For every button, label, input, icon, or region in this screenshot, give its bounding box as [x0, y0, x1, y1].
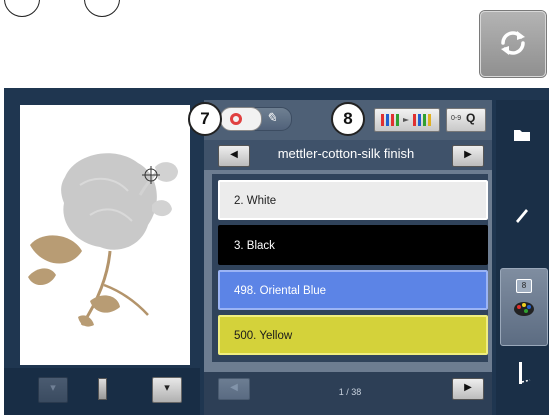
zoom-button[interactable]: 0-9 Q: [446, 108, 486, 132]
thread-color-label: 500. Yellow: [234, 330, 293, 342]
top-callout-circle-left: [4, 0, 40, 17]
edit-button[interactable]: [510, 206, 534, 230]
arrow-left-icon: ◀: [230, 149, 238, 160]
magnifier-icon: Q: [466, 111, 476, 125]
pencil-icon: ✎: [266, 110, 277, 125]
top-callout-circle-right: [84, 0, 120, 17]
thread-color-item[interactable]: 2. White: [218, 180, 488, 220]
flower-icon: [230, 113, 242, 125]
folder-icon: [514, 130, 530, 141]
refresh-icon: [501, 31, 525, 55]
embroidery-preview: [20, 105, 190, 365]
color-count-badge: 8: [516, 279, 532, 293]
arrow-right-icon: ▶: [464, 149, 472, 160]
needle-icon: [519, 362, 531, 384]
thread-color-item[interactable]: 500. Yellow: [218, 315, 488, 355]
palette-icon: [514, 302, 534, 316]
color-bars-icon: [381, 114, 431, 126]
folder-button[interactable]: [510, 128, 534, 148]
chevron-down-icon: ▾: [164, 382, 170, 394]
embroidery-design-image: [28, 153, 178, 327]
brand-next-button[interactable]: ▶: [452, 145, 484, 167]
color-info-button[interactable]: [374, 108, 440, 132]
page-next-button[interactable]: ▶: [452, 378, 484, 400]
zoom-label: 0-9: [451, 115, 462, 122]
arrow-left-icon: ◀: [230, 382, 238, 393]
stitch-button[interactable]: [512, 360, 536, 390]
thread-color-label: 3. Black: [234, 240, 275, 252]
page-prev-button[interactable]: ◀: [218, 378, 250, 400]
callout-7: 7: [188, 102, 222, 136]
thread-color-label: 2. White: [234, 195, 277, 207]
color-sidebar-button[interactable]: 8: [500, 268, 548, 346]
thread-color-item[interactable]: 3. Black: [218, 225, 488, 265]
thread-spool-icon: [98, 378, 107, 400]
tab-design[interactable]: [220, 107, 262, 131]
expand-button[interactable]: ▾: [152, 377, 182, 403]
arrow-right-icon: ▶: [464, 382, 472, 393]
pencil-icon: [516, 209, 528, 223]
thread-color-label: 498. Oriental Blue: [234, 285, 327, 297]
chevron-down-icon: ▾: [50, 382, 56, 394]
refresh-button[interactable]: [480, 11, 546, 77]
page-indicator: 1 / 38: [338, 387, 362, 397]
callout-8: 8: [331, 102, 365, 136]
scroll-down-button[interactable]: ▾: [38, 377, 68, 403]
thread-color-item[interactable]: 498. Oriental Blue: [218, 270, 488, 310]
thread-brand-label: mettler-cotton-silk finish: [277, 146, 415, 161]
